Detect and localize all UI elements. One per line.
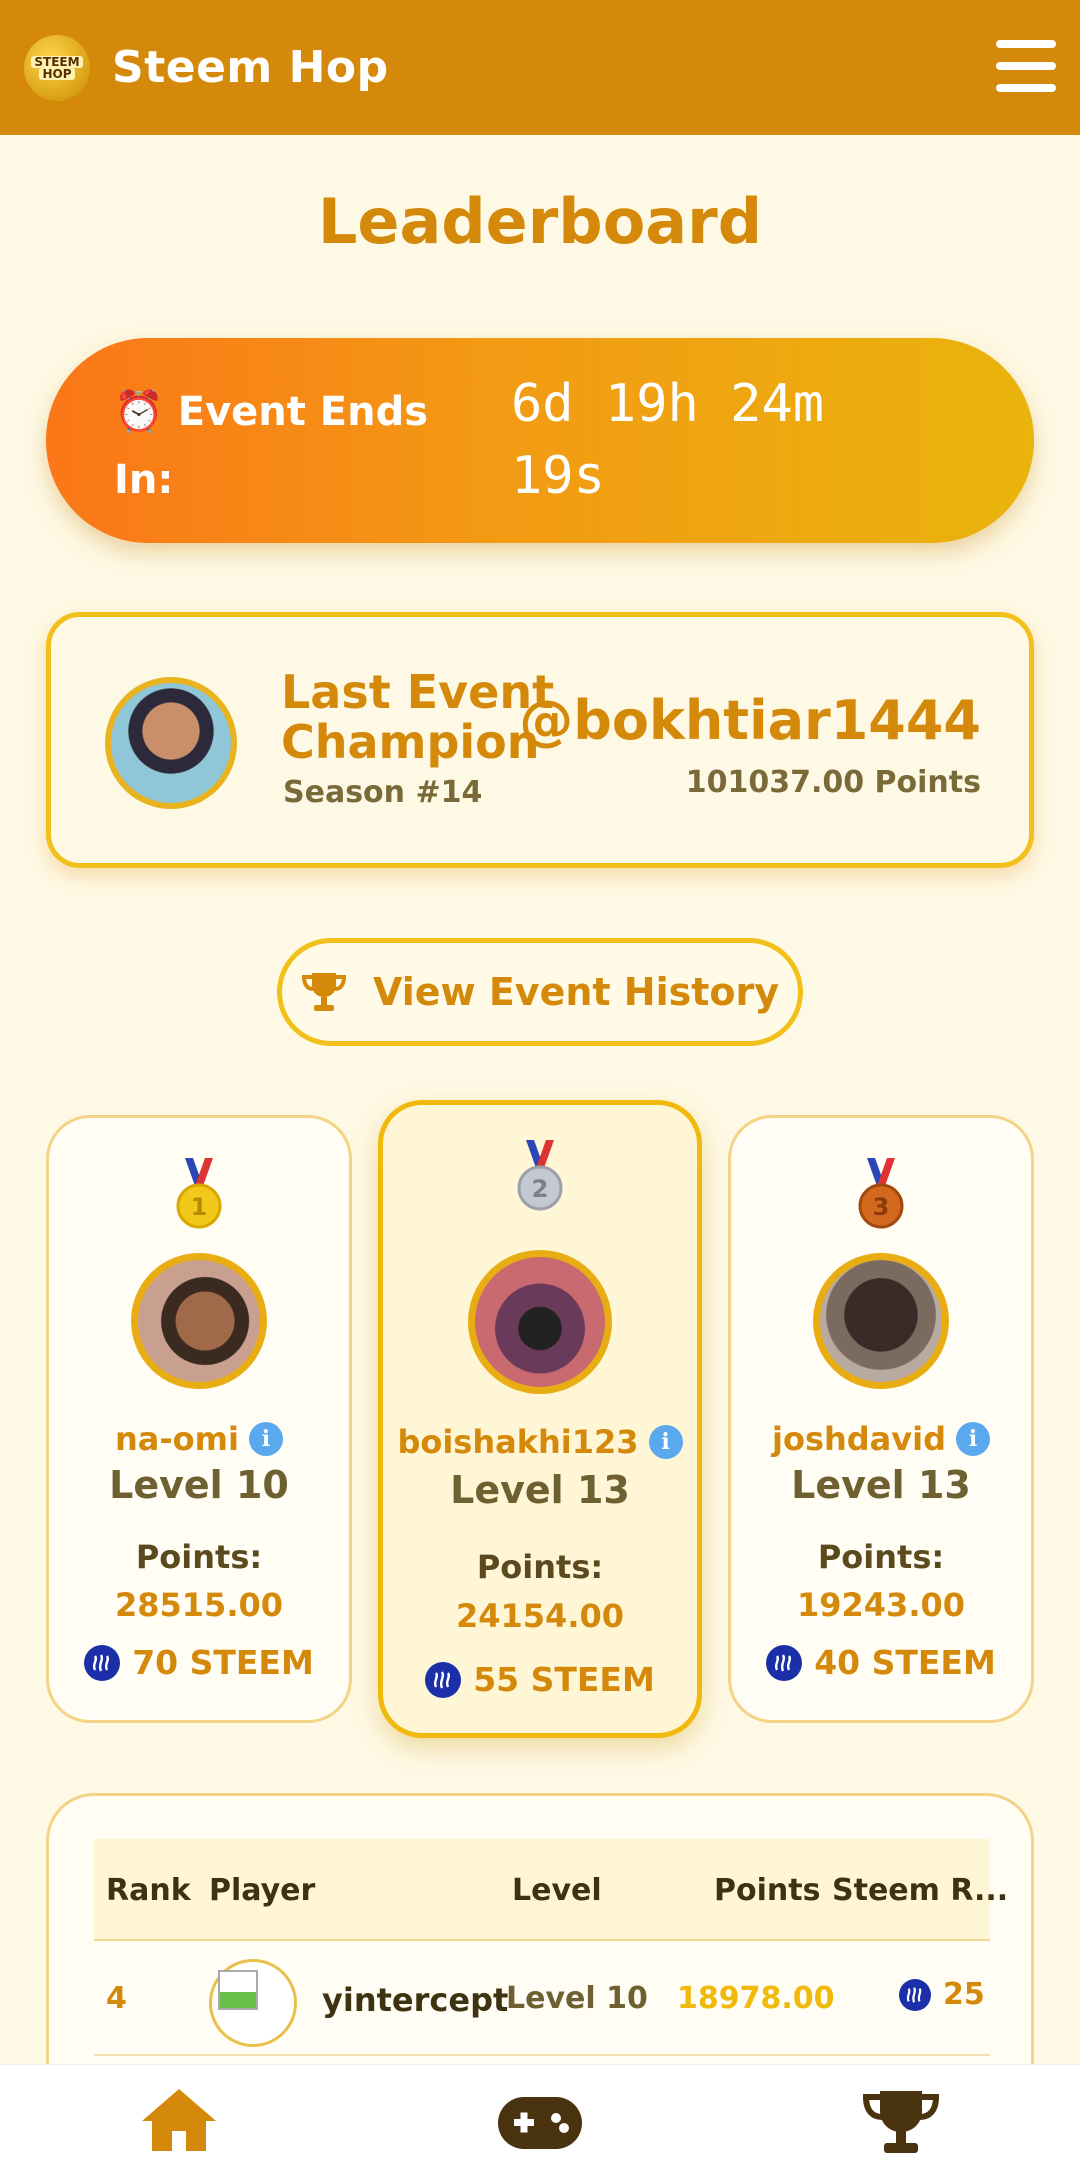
player-username[interactable]: boishakhi123 — [397, 1423, 638, 1461]
steem-reward: 70 STEEM — [49, 1643, 349, 1682]
player-level: Level 13 — [450, 1468, 630, 1512]
column-header-points[interactable]: Points — [714, 1873, 820, 1908]
player-name[interactable]: na-omi i — [49, 1420, 349, 1458]
app-title[interactable]: Steem Hop — [112, 42, 389, 93]
table-header: Rank Player Level Points Steem R... — [94, 1839, 1008, 1941]
player-username[interactable]: na-omi — [115, 1420, 239, 1458]
points-label: Points: — [135, 1538, 263, 1576]
avatar[interactable] — [209, 1959, 297, 2047]
avatar[interactable] — [813, 1253, 949, 1389]
player-name[interactable]: joshdavid i — [731, 1420, 1031, 1458]
info-icon[interactable]: i — [956, 1422, 990, 1456]
points-label: Points: — [817, 1538, 945, 1576]
bottom-navigation — [0, 2064, 1080, 2177]
champion-avatar — [105, 677, 237, 809]
row-rank: 4 — [106, 1981, 127, 2016]
view-event-history-button[interactable]: View Event History — [277, 938, 803, 1046]
trophy-icon — [301, 973, 346, 1011]
column-header-steem-reward[interactable]: Steem R... — [832, 1873, 1008, 1908]
player-level: Level 10 — [109, 1463, 289, 1507]
column-header-rank[interactable]: Rank — [106, 1873, 191, 1908]
column-header-level[interactable]: Level — [512, 1873, 602, 1908]
bronze-medal-icon: 3 — [858, 1158, 904, 1229]
points-label: Points: — [476, 1548, 604, 1586]
info-icon[interactable]: i — [248, 1422, 283, 1456]
row-level: Level 10 — [506, 1981, 648, 2016]
steem-hop-logo[interactable]: STEEM HOP — [24, 34, 90, 101]
row-steem-reward: 25 — [899, 1977, 985, 2012]
page-title: Leaderboard — [317, 185, 763, 258]
player-level: Level 13 — [791, 1463, 971, 1507]
avatar[interactable] — [468, 1250, 612, 1394]
silver-medal-icon: 2 — [517, 1140, 563, 1211]
logo-text-steem: STEEM — [31, 55, 83, 68]
medal-digit: 3 — [873, 1193, 890, 1221]
event-timer-label: ⏰ Event Ends In: — [114, 378, 444, 514]
trophy-icon[interactable] — [862, 2089, 940, 2157]
podium-card-rank-2[interactable]: 2 boishakhi123 i Level 13 Points: 24154.… — [378, 1100, 702, 1738]
row-points: 18978.00 — [677, 1981, 835, 2016]
avatar[interactable] — [131, 1253, 267, 1389]
broken-image-icon — [218, 1970, 258, 2010]
champion-username[interactable]: @bokhtiar1444 — [519, 689, 981, 752]
player-name[interactable]: boishakhi123 i — [383, 1423, 697, 1461]
medal-digit: 1 — [191, 1193, 208, 1221]
last-champion-card: Last Event Champion Season #14 @bokhtiar… — [46, 612, 1034, 868]
podium-card-rank-1[interactable]: 1 na-omi i Level 10 Points: 28515.00 70 … — [46, 1115, 352, 1723]
alarm-clock-icon: ⏰ — [114, 389, 164, 435]
logo-text-hop: HOP — [39, 67, 75, 80]
champion-points: 101037.00 Points — [685, 765, 981, 800]
view-event-history-label: View Event History — [372, 970, 780, 1014]
steem-reward: 55 STEEM — [383, 1660, 697, 1699]
steem-reward-amount: 70 STEEM — [132, 1643, 314, 1682]
row-player[interactable]: yintercept — [322, 1981, 508, 2019]
table-row[interactable]: 4 yintercept Level 10 18978.00 25 — [94, 1941, 990, 2056]
champion-season: Season #14 — [283, 775, 483, 810]
steem-icon — [425, 1661, 462, 1698]
player-points: 19243.00 — [796, 1586, 965, 1624]
medal-digit: 2 — [532, 1175, 549, 1203]
gamepad-icon[interactable] — [498, 2097, 582, 2149]
column-header-player[interactable]: Player — [209, 1873, 315, 1908]
event-countdown: 6d 19h 24m 19s — [511, 374, 825, 506]
steem-reward-amount: 40 STEEM — [814, 1643, 996, 1682]
steem-icon — [84, 1644, 121, 1681]
player-points: 24154.00 — [455, 1597, 624, 1635]
app-header: STEEM HOP Steem Hop — [0, 0, 1080, 135]
player-points: 28515.00 — [114, 1586, 283, 1624]
info-icon[interactable]: i — [648, 1425, 683, 1459]
steem-reward-amount: 55 STEEM — [473, 1660, 655, 1699]
event-timer-banner: ⏰ Event Ends In: 6d 19h 24m 19s — [46, 338, 1034, 543]
home-icon[interactable] — [140, 2087, 218, 2153]
steem-reward: 40 STEEM — [731, 1643, 1031, 1682]
podium-card-rank-3[interactable]: 3 joshdavid i Level 13 Points: 19243.00 … — [728, 1115, 1034, 1723]
hamburger-icon[interactable] — [996, 40, 1056, 92]
player-username[interactable]: joshdavid — [772, 1420, 946, 1458]
steem-icon — [766, 1644, 803, 1681]
row-reward-amount: 25 — [943, 1977, 985, 2012]
gold-medal-icon: 1 — [176, 1158, 222, 1229]
steem-icon — [899, 1978, 931, 2011]
